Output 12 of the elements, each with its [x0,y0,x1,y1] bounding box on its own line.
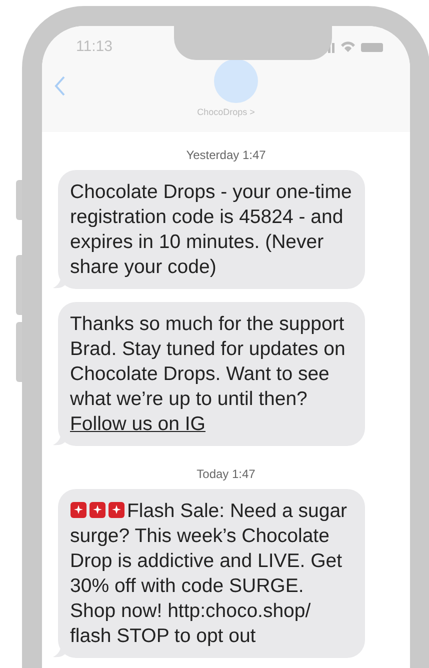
link[interactable]: Follow us on IG [70,413,206,435]
emoji-icon [108,501,125,519]
emoji-icon [70,501,87,519]
back-icon[interactable] [54,75,66,97]
avatar[interactable] [214,59,258,103]
emoji-icon [89,501,106,519]
message-text: Flash Sale: Need a sugar surge? This week’s Chocolate Drop is addictive and LIVE. Get 30% off with code SURGE. Shop now! http:choco.shop/ flash STOP to opt out [70,499,348,649]
timestamp: Yesterday 1:47 [185,148,267,162]
message-text: Thanks so much for the support Brad. Stay tuned for updates on Chocolate Drops. Want to see what we’re up to until then? Follow us on IG [70,312,346,437]
status-time: 11:13 [76,38,112,55]
message-text: Chocolate Drops - your one-time registration code is 45824 - and expires in 10 minutes. (Never share your code) [70,180,353,280]
timestamp: Today 1:47 [196,467,256,481]
